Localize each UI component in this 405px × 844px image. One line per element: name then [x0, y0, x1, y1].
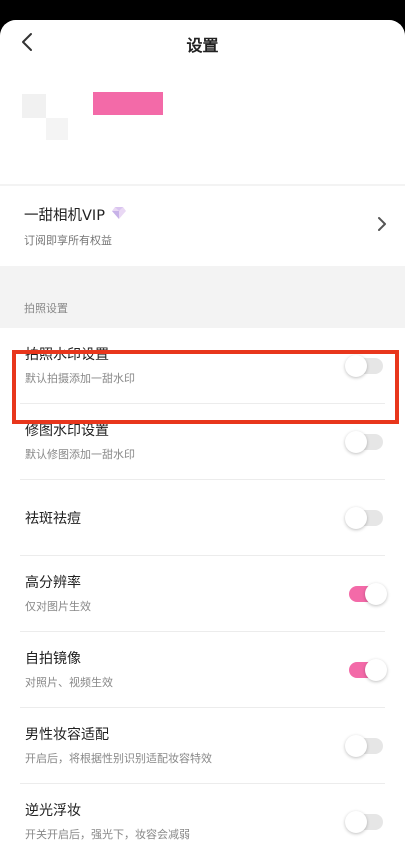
- toggle-knob: [345, 507, 367, 529]
- toggle-switch[interactable]: [349, 583, 387, 605]
- setting-row-backlight-makeup[interactable]: 逆光浮妆开关开启后，强光下，妆容会减弱: [20, 784, 385, 844]
- toggle-switch[interactable]: [345, 431, 383, 453]
- setting-title: 修图水印设置: [25, 423, 109, 439]
- toggle-knob: [365, 583, 387, 605]
- settings-list: 拍照水印设置默认拍摄添加一甜水印 修图水印设置默认修图添加一甜水印 祛斑祛痘高分辨率…: [0, 328, 405, 844]
- toggle-knob: [345, 811, 367, 833]
- setting-subtitle: 默认拍摄添加一甜水印: [25, 372, 135, 385]
- setting-subtitle: 仅对图片生效: [25, 600, 91, 613]
- diamond-icon: [112, 207, 126, 219]
- toggle-switch[interactable]: [345, 811, 383, 833]
- setting-subtitle: 对照片、视频生效: [25, 676, 113, 689]
- toggle-knob: [365, 659, 387, 681]
- setting-row-photo-watermark[interactable]: 拍照水印设置默认拍摄添加一甜水印: [20, 328, 385, 404]
- setting-title: 逆光浮妆: [25, 803, 81, 819]
- toggle-switch[interactable]: [345, 735, 383, 757]
- setting-subtitle: 开启后，将根据性别识别适配妆容特效: [25, 752, 212, 765]
- setting-row-blemish-removal[interactable]: 祛斑祛痘: [20, 480, 385, 556]
- toggle-knob: [345, 355, 367, 377]
- setting-title: 男性妆容适配: [25, 727, 109, 743]
- vip-title: 一甜相机VIP: [24, 208, 105, 224]
- settings-sheet: 设置 一甜相机VIP 订阅即享所有权益 拍照设置 拍照水印设置默认拍摄添加一甜水…: [0, 20, 405, 844]
- toggle-knob: [345, 431, 367, 453]
- username-redacted: [93, 92, 163, 115]
- setting-row-male-makeup[interactable]: 男性妆容适配开启后，将根据性别识别适配妆容特效: [20, 708, 385, 784]
- header: 设置: [0, 20, 405, 66]
- chevron-right-icon: [378, 217, 386, 231]
- profile-section: [0, 66, 405, 184]
- setting-title: 高分辨率: [25, 575, 81, 591]
- setting-title: 祛斑祛痘: [25, 511, 81, 527]
- section-label: 拍照设置: [24, 302, 68, 315]
- toggle-switch[interactable]: [345, 507, 383, 529]
- setting-title: 拍照水印设置: [25, 347, 109, 363]
- avatar-shadow: [46, 118, 68, 140]
- toggle-switch[interactable]: [345, 355, 383, 377]
- page-title: 设置: [186, 36, 219, 55]
- setting-row-selfie-mirror[interactable]: 自拍镜像对照片、视频生效: [20, 632, 387, 708]
- setting-row-edit-watermark[interactable]: 修图水印设置默认修图添加一甜水印: [20, 404, 385, 480]
- setting-title: 自拍镜像: [25, 651, 81, 667]
- setting-subtitle: 默认修图添加一甜水印: [25, 448, 135, 461]
- setting-row-high-resolution[interactable]: 高分辨率仅对图片生效: [20, 556, 387, 632]
- toggle-switch[interactable]: [349, 659, 387, 681]
- toggle-knob: [345, 735, 367, 757]
- avatar[interactable]: [22, 94, 46, 118]
- setting-subtitle: 开关开启后，强光下，妆容会减弱: [25, 828, 190, 841]
- vip-card[interactable]: 一甜相机VIP 订阅即享所有权益: [0, 186, 405, 266]
- vip-subtitle: 订阅即享所有权益: [24, 234, 112, 247]
